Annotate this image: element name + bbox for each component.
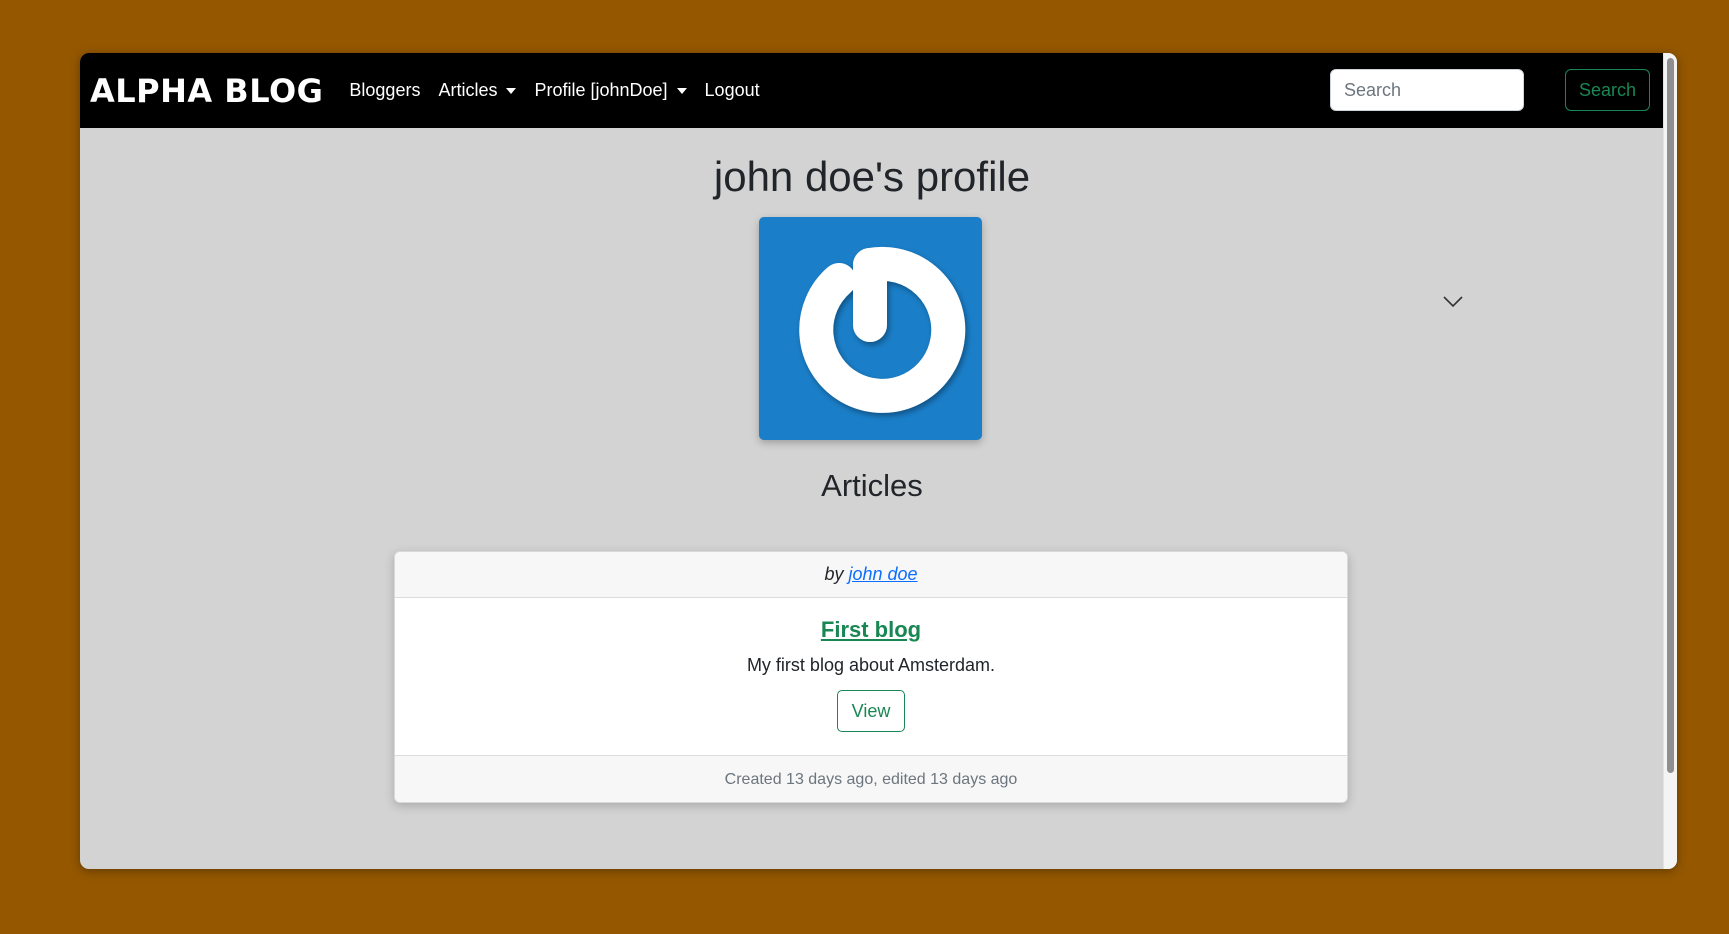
article-card-body: First blog My first blog about Amsterdam… [395, 598, 1347, 756]
nav-item-articles-label: Articles [438, 80, 498, 100]
chevron-down-icon[interactable] [1442, 294, 1464, 308]
nav-item-logout[interactable]: Logout [705, 80, 760, 101]
article-card-header: by john doe [395, 552, 1347, 598]
caret-down-icon [506, 87, 517, 94]
nav-item-bloggers-label: Bloggers [349, 80, 421, 100]
article-card-footer: Created 13 days ago, edited 13 days ago [395, 756, 1347, 802]
article-card: by john doe First blog My first blog abo… [394, 551, 1348, 803]
gravatar-power-logo-icon [799, 246, 966, 413]
nav-item-profile[interactable]: Profile [johnDoe] [534, 80, 687, 101]
nav-item-profile-label: Profile [johnDoe] [534, 80, 668, 100]
nav-item-articles[interactable]: Articles [438, 80, 517, 101]
search-input[interactable] [1330, 69, 1524, 111]
byline-prefix: by [824, 564, 844, 584]
avatar [759, 217, 982, 440]
scrollbar-thumb[interactable] [1667, 58, 1674, 773]
browser-window: ALPHA BLOG Bloggers Articles Profile [jo… [80, 53, 1677, 869]
articles-heading: Articles [821, 468, 923, 503]
nav-item-logout-label: Logout [704, 80, 760, 100]
navbar: ALPHA BLOG Bloggers Articles Profile [jo… [80, 53, 1664, 128]
view-button[interactable]: View [837, 690, 905, 732]
caret-down-icon [676, 87, 687, 94]
author-link[interactable]: john doe [848, 564, 917, 585]
search-button[interactable]: Search [1565, 69, 1650, 111]
scrollbar-track[interactable] [1663, 53, 1677, 869]
brand-logo[interactable]: ALPHA BLOG [90, 72, 323, 110]
page-title: john doe's profile [713, 153, 1031, 200]
nav-item-bloggers[interactable]: Bloggers [349, 80, 420, 101]
article-description: My first blog about Amsterdam. [746, 655, 996, 675]
article-title-link[interactable]: First blog [821, 617, 921, 643]
